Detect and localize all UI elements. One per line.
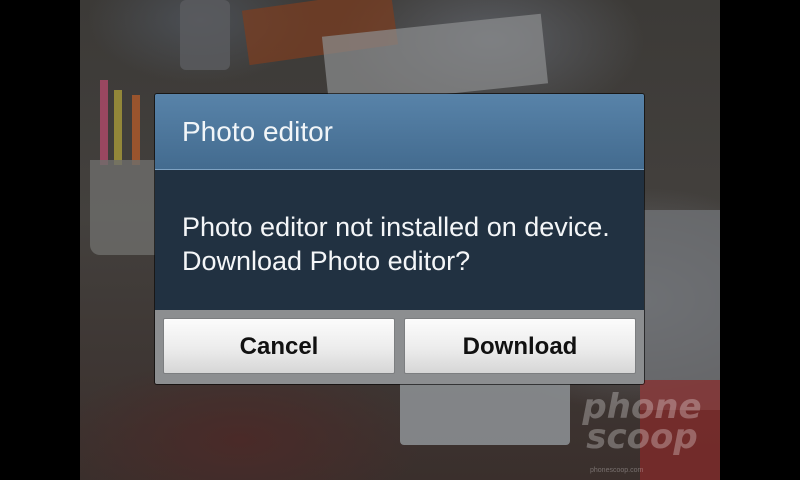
- cancel-button[interactable]: Cancel: [163, 318, 395, 374]
- screen: phone scoop phonescoop.com Photo editor …: [0, 0, 800, 480]
- watermark-line2: scoop: [586, 417, 698, 457]
- watermark-logo: phone scoop: [572, 390, 712, 457]
- pencil-object: [132, 95, 140, 165]
- pencil-object: [100, 80, 108, 165]
- pencil-cup-object: [90, 160, 165, 255]
- jar-object: [180, 0, 230, 70]
- photo-editor-dialog: Photo editor Photo editor not installed …: [155, 94, 644, 384]
- pencil-object: [114, 90, 122, 165]
- watermark-url: phonescoop.com: [590, 467, 644, 474]
- dialog-button-bar: Cancel Download: [155, 310, 644, 384]
- dialog-title-bar: Photo editor: [155, 94, 644, 170]
- dialog-message: Photo editor not installed on device. Do…: [182, 212, 610, 276]
- dialog-body: Photo editor not installed on device. Do…: [155, 170, 644, 310]
- dialog-title: Photo editor: [182, 116, 333, 147]
- card-object: [400, 380, 570, 445]
- download-button[interactable]: Download: [404, 318, 636, 374]
